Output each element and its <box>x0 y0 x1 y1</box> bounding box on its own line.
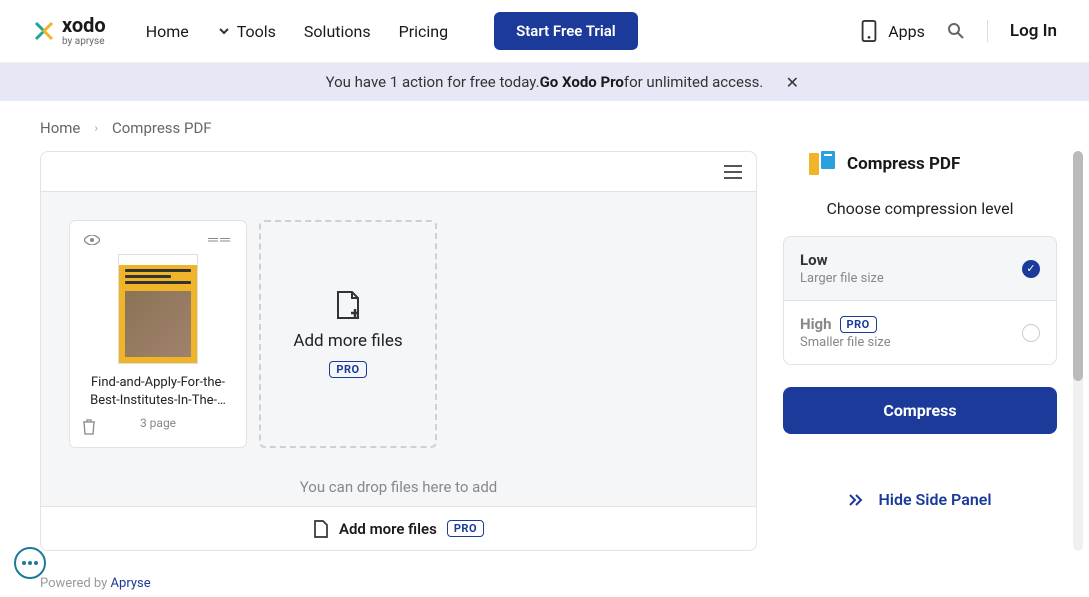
primary-nav: Home Tools Solutions Pricing Start Free … <box>146 12 638 50</box>
banner-cta[interactable]: Go Xodo Pro <box>540 73 624 91</box>
option-low-desc: Larger file size <box>800 271 884 286</box>
login-link[interactable]: Log In <box>1010 21 1057 41</box>
option-high[interactable]: High PRO Smaller file size <box>784 300 1056 364</box>
cookie-settings-icon[interactable] <box>14 547 46 579</box>
breadcrumb: Home › Compress PDF <box>0 101 1089 151</box>
scrollbar[interactable] <box>1073 151 1083 551</box>
document-add-icon <box>313 520 329 538</box>
pro-badge: PRO <box>840 316 877 333</box>
file-stage[interactable]: ══ Find-and-Apply-For-the-Best-Institute… <box>41 192 756 506</box>
hide-panel-label: Hide Side Panel <box>878 490 991 509</box>
main-header: xodo by apryse Home Tools Solutions Pric… <box>0 0 1089 63</box>
add-files-footer-label: Add more files <box>339 520 437 538</box>
nav-solutions[interactable]: Solutions <box>304 22 371 41</box>
radio-selected-icon <box>1022 260 1040 278</box>
hide-panel-link[interactable]: Hide Side Panel <box>783 490 1057 509</box>
powered-by: Powered by Apryse <box>40 576 151 591</box>
logo-icon <box>32 19 56 43</box>
double-chevron-right-icon <box>848 493 864 507</box>
stage-toolbar <box>41 152 756 192</box>
phone-icon <box>860 20 878 42</box>
panel-subhead: Choose compression level <box>783 199 1057 218</box>
close-icon[interactable]: ✕ <box>786 73 799 92</box>
divider <box>987 20 988 42</box>
nav-tools-label: Tools <box>237 22 276 41</box>
promo-banner: You have 1 action for free today. Go Xod… <box>0 63 1089 101</box>
chevron-right-icon: › <box>94 121 98 135</box>
option-high-name: High <box>800 315 832 333</box>
add-files-label: Add more files <box>293 331 402 351</box>
apryse-link[interactable]: Apryse <box>111 576 151 591</box>
file-page-count: 3 page <box>140 416 176 430</box>
drop-hint: You can drop files here to add <box>41 478 756 496</box>
nav-tools[interactable]: Tools <box>217 22 276 41</box>
file-stage-panel: ══ Find-and-Apply-For-the-Best-Institute… <box>40 151 757 551</box>
logo-subtitle: by apryse <box>62 37 106 47</box>
main-content: ══ Find-and-Apply-For-the-Best-Institute… <box>0 151 1089 551</box>
side-panel: Compress PDF Choose compression level Lo… <box>777 151 1063 551</box>
drag-handle-icon[interactable]: ══ <box>208 231 232 248</box>
option-high-desc: Smaller file size <box>800 335 891 350</box>
apps-label: Apps <box>888 22 925 41</box>
apps-link[interactable]: Apps <box>860 20 925 42</box>
option-low[interactable]: Low Larger file size <box>784 237 1056 300</box>
breadcrumb-current: Compress PDF <box>112 119 212 137</box>
add-files-footer[interactable]: Add more files PRO <box>41 506 756 550</box>
add-files-tile[interactable]: Add more files PRO <box>259 220 437 448</box>
banner-pre: You have 1 action for free today. <box>326 73 540 91</box>
file-name: Find-and-Apply-For-the-Best-Institutes-I… <box>80 374 236 410</box>
banner-post: for unlimited access. <box>624 73 764 91</box>
start-trial-button[interactable]: Start Free Trial <box>494 12 638 50</box>
radio-unselected-icon <box>1022 324 1040 342</box>
pro-badge: PRO <box>447 520 484 537</box>
panel-title: Compress PDF <box>847 154 960 174</box>
delete-icon[interactable] <box>82 419 96 435</box>
file-thumbnail <box>118 254 198 364</box>
logo-name: xodo <box>62 15 106 35</box>
compress-button[interactable]: Compress <box>783 387 1057 434</box>
breadcrumb-home[interactable]: Home <box>40 119 80 137</box>
nav-pricing[interactable]: Pricing <box>399 22 449 41</box>
option-low-name: Low <box>800 251 828 269</box>
nav-home[interactable]: Home <box>146 22 189 41</box>
file-card[interactable]: ══ Find-and-Apply-For-the-Best-Institute… <box>69 220 247 448</box>
panel-header: Compress PDF <box>783 151 1057 177</box>
search-icon[interactable] <box>947 22 965 40</box>
compress-pdf-icon <box>805 151 835 177</box>
chevron-down-icon <box>217 24 231 38</box>
document-add-icon <box>335 291 361 321</box>
logo[interactable]: xodo by apryse <box>32 15 106 47</box>
preview-icon[interactable] <box>84 235 100 245</box>
list-view-icon[interactable] <box>724 165 742 179</box>
compression-options: Low Larger file size High PRO Smaller fi… <box>783 236 1057 365</box>
pro-badge: PRO <box>329 361 366 378</box>
